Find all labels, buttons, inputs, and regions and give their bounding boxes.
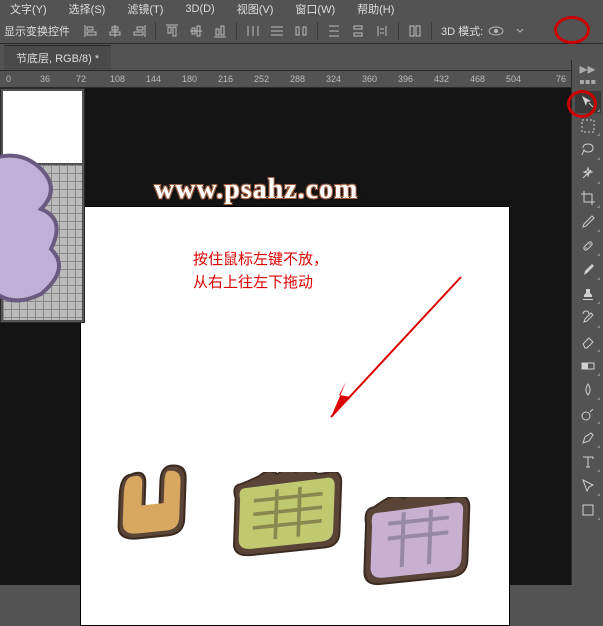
- menu-select[interactable]: 选择(S): [69, 1, 106, 17]
- distribute-h-icon[interactable]: [242, 21, 264, 41]
- navigator-shape: [0, 149, 81, 309]
- artboard: 按住鼠标左键不放， 从右上往左下拖动: [80, 206, 510, 626]
- char-jie: [359, 497, 479, 597]
- distribute-v-icon[interactable]: [323, 21, 345, 41]
- char-tong: [221, 472, 361, 572]
- eyedropper-tool-icon[interactable]: [575, 211, 601, 233]
- canvas-area[interactable]: 按住鼠标左键不放， 从右上往左下拖动: [0, 88, 571, 585]
- distribute-hc-icon[interactable]: [266, 21, 288, 41]
- divider: [155, 22, 156, 40]
- ruler-horizontal: 0 36 72 108 144 180 216 252 288 324 360 …: [0, 70, 571, 88]
- eraser-tool-icon[interactable]: [575, 331, 601, 353]
- type-tool-icon[interactable]: [575, 451, 601, 473]
- distribute-vb-icon[interactable]: [371, 21, 393, 41]
- align-vcenter-icon[interactable]: [185, 21, 207, 41]
- ruler-tick: 252: [254, 74, 269, 84]
- marquee-tool-icon[interactable]: [575, 115, 601, 137]
- arrow-icon: [301, 267, 471, 437]
- ruler-tick: 468: [470, 74, 485, 84]
- chevron-down-icon[interactable]: [509, 21, 531, 41]
- menu-text[interactable]: 文字(Y): [10, 1, 47, 17]
- menu-help[interactable]: 帮助(H): [357, 1, 394, 17]
- divider: [317, 22, 318, 40]
- shape-tool-icon[interactable]: [575, 499, 601, 521]
- align-top-icon[interactable]: [161, 21, 183, 41]
- lasso-tool-icon[interactable]: [575, 139, 601, 161]
- char-er: [111, 457, 231, 557]
- divider: [236, 22, 237, 40]
- blur-tool-icon[interactable]: [575, 379, 601, 401]
- ruler-tick: 216: [218, 74, 233, 84]
- path-select-tool-icon[interactable]: [575, 475, 601, 497]
- ruler-tick: 144: [146, 74, 161, 84]
- menu-filter[interactable]: 滤镜(T): [127, 1, 163, 17]
- mode3d-label: 3D 模式:: [441, 23, 483, 39]
- ruler-tick: 504: [506, 74, 521, 84]
- ruler-tick: 180: [182, 74, 197, 84]
- options-bar: 显示变换控件 3D 模式:: [0, 18, 603, 44]
- history-brush-tool-icon[interactable]: [575, 307, 601, 329]
- ruler-tick: 360: [362, 74, 377, 84]
- dodge-tool-icon[interactable]: [575, 403, 601, 425]
- ruler-tick: 108: [110, 74, 125, 84]
- divider: [431, 22, 432, 40]
- distribute-vc-icon[interactable]: [347, 21, 369, 41]
- mode3d-orbit-icon[interactable]: [485, 21, 507, 41]
- options-label: 显示变换控件: [4, 23, 70, 39]
- divider: [398, 22, 399, 40]
- tab-bar: 节底层, RGB/8) *: [0, 44, 603, 70]
- pen-tool-icon[interactable]: [575, 427, 601, 449]
- auto-align-icon[interactable]: [404, 21, 426, 41]
- heal-tool-icon[interactable]: [575, 235, 601, 257]
- ruler-tick: 324: [326, 74, 341, 84]
- watermark-text: www.psahz.com: [154, 174, 358, 206]
- ruler-tick: 396: [398, 74, 413, 84]
- document-tab[interactable]: 节底层, RGB/8) *: [4, 45, 111, 70]
- move-tool-icon[interactable]: [575, 91, 601, 113]
- ruler-tick: 72: [76, 74, 86, 84]
- ruler-tick: 36: [40, 74, 50, 84]
- tools-panel: ▸▸ ▪▪▪: [571, 60, 603, 585]
- gradient-tool-icon[interactable]: [575, 355, 601, 377]
- stamp-tool-icon[interactable]: [575, 283, 601, 305]
- navigator-panel[interactable]: [0, 88, 85, 323]
- ruler-tick: 432: [434, 74, 449, 84]
- menu-3d[interactable]: 3D(D): [185, 3, 214, 15]
- align-right-icon[interactable]: [128, 21, 150, 41]
- distribute-hr-icon[interactable]: [290, 21, 312, 41]
- wand-tool-icon[interactable]: [575, 163, 601, 185]
- crop-tool-icon[interactable]: [575, 187, 601, 209]
- menu-window[interactable]: 窗口(W): [295, 1, 335, 17]
- menu-view[interactable]: 视图(V): [237, 1, 274, 17]
- menu-bar: 文字(Y) 选择(S) 滤镜(T) 3D(D) 视图(V) 窗口(W) 帮助(H…: [0, 0, 603, 18]
- align-bottom-icon[interactable]: [209, 21, 231, 41]
- brush-tool-icon[interactable]: [575, 259, 601, 281]
- ruler-tick: 76: [556, 74, 566, 84]
- align-hcenter-icon[interactable]: [104, 21, 126, 41]
- ruler-tick: 288: [290, 74, 305, 84]
- ruler-tick: 0: [6, 74, 11, 84]
- panel-handle-icon[interactable]: ▪▪▪: [574, 76, 602, 90]
- align-left-icon[interactable]: [80, 21, 102, 41]
